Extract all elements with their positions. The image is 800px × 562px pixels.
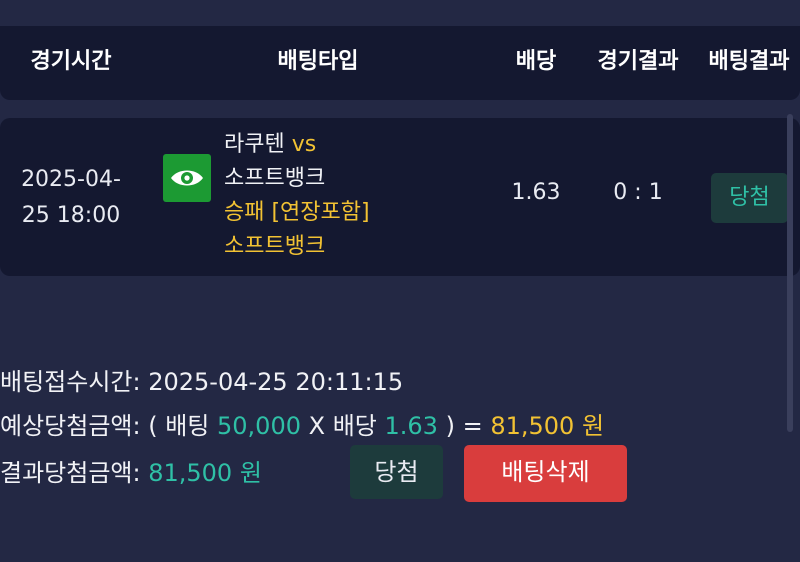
- header-odds: 배당: [515, 49, 557, 74]
- bet-amount: 50,000: [217, 412, 301, 440]
- home-team: 라쿠텐: [224, 132, 285, 157]
- pick-label: 소프트뱅크: [224, 234, 326, 259]
- close-equals: ) =: [445, 412, 483, 440]
- result-amount: 81,500 원: [148, 459, 262, 487]
- result-win-line: 결과당첨금액: 81,500 원: [0, 453, 262, 488]
- received-time-line: 배팅접수시간: 2025-04-25 20:11:15: [0, 362, 403, 397]
- game-time-hour: 25 18:00: [21, 203, 121, 228]
- header-game-time: 경기시간: [30, 49, 112, 74]
- odds-multiplier: 1.63: [384, 412, 438, 440]
- expected-amount: 81,500 원: [490, 412, 605, 440]
- game-time: 2025-04- 25 18:00: [10, 162, 132, 234]
- delete-bet-button[interactable]: 배팅삭제: [464, 445, 627, 502]
- match-line: 라쿠텐 vs: [224, 128, 370, 162]
- bet-type-details: 라쿠텐 vs 소프트뱅크 승패 [연장포함] 소프트뱅크: [224, 128, 370, 264]
- header-bet-type: 배팅타입: [277, 49, 359, 74]
- expected-win-line: 예상당첨금액: ( 배팅 50,000 X 배당 1.63 ) = 81,500…: [0, 406, 604, 441]
- game-score: 0 : 1: [613, 180, 663, 205]
- received-value: 2025-04-25 20:11:15: [148, 368, 404, 396]
- eye-icon[interactable]: [163, 154, 211, 202]
- table-header: 경기시간 배팅타입 배당 경기결과 배팅결과: [0, 26, 800, 100]
- times-odds-label: X 배당: [308, 412, 377, 440]
- expected-open: ( 배팅: [148, 412, 210, 440]
- scrollbar[interactable]: [787, 114, 793, 432]
- vs-label: vs: [291, 132, 317, 157]
- bet-result-badge: 당첨: [711, 173, 788, 223]
- result-label: 결과당첨금액:: [0, 459, 141, 487]
- header-bet-result: 배팅결과: [708, 49, 790, 74]
- received-label: 배팅접수시간:: [0, 368, 141, 396]
- odds-value: 1.63: [511, 180, 561, 205]
- bet-detail-page: 경기시간 배팅타입 배당 경기결과 배팅결과 2025-04- 25 18:00…: [0, 0, 800, 562]
- table-row: 2025-04- 25 18:00 라쿠텐 vs 소프트뱅크 승패 [연장포함]…: [0, 118, 800, 276]
- expected-label: 예상당첨금액:: [0, 412, 141, 440]
- market-label: 승패 [연장포함]: [224, 200, 370, 225]
- header-game-result: 경기결과: [597, 49, 679, 74]
- away-team: 소프트뱅크: [224, 166, 326, 191]
- game-time-date: 2025-04-: [21, 167, 121, 192]
- win-status-button[interactable]: 당첨: [350, 445, 443, 499]
